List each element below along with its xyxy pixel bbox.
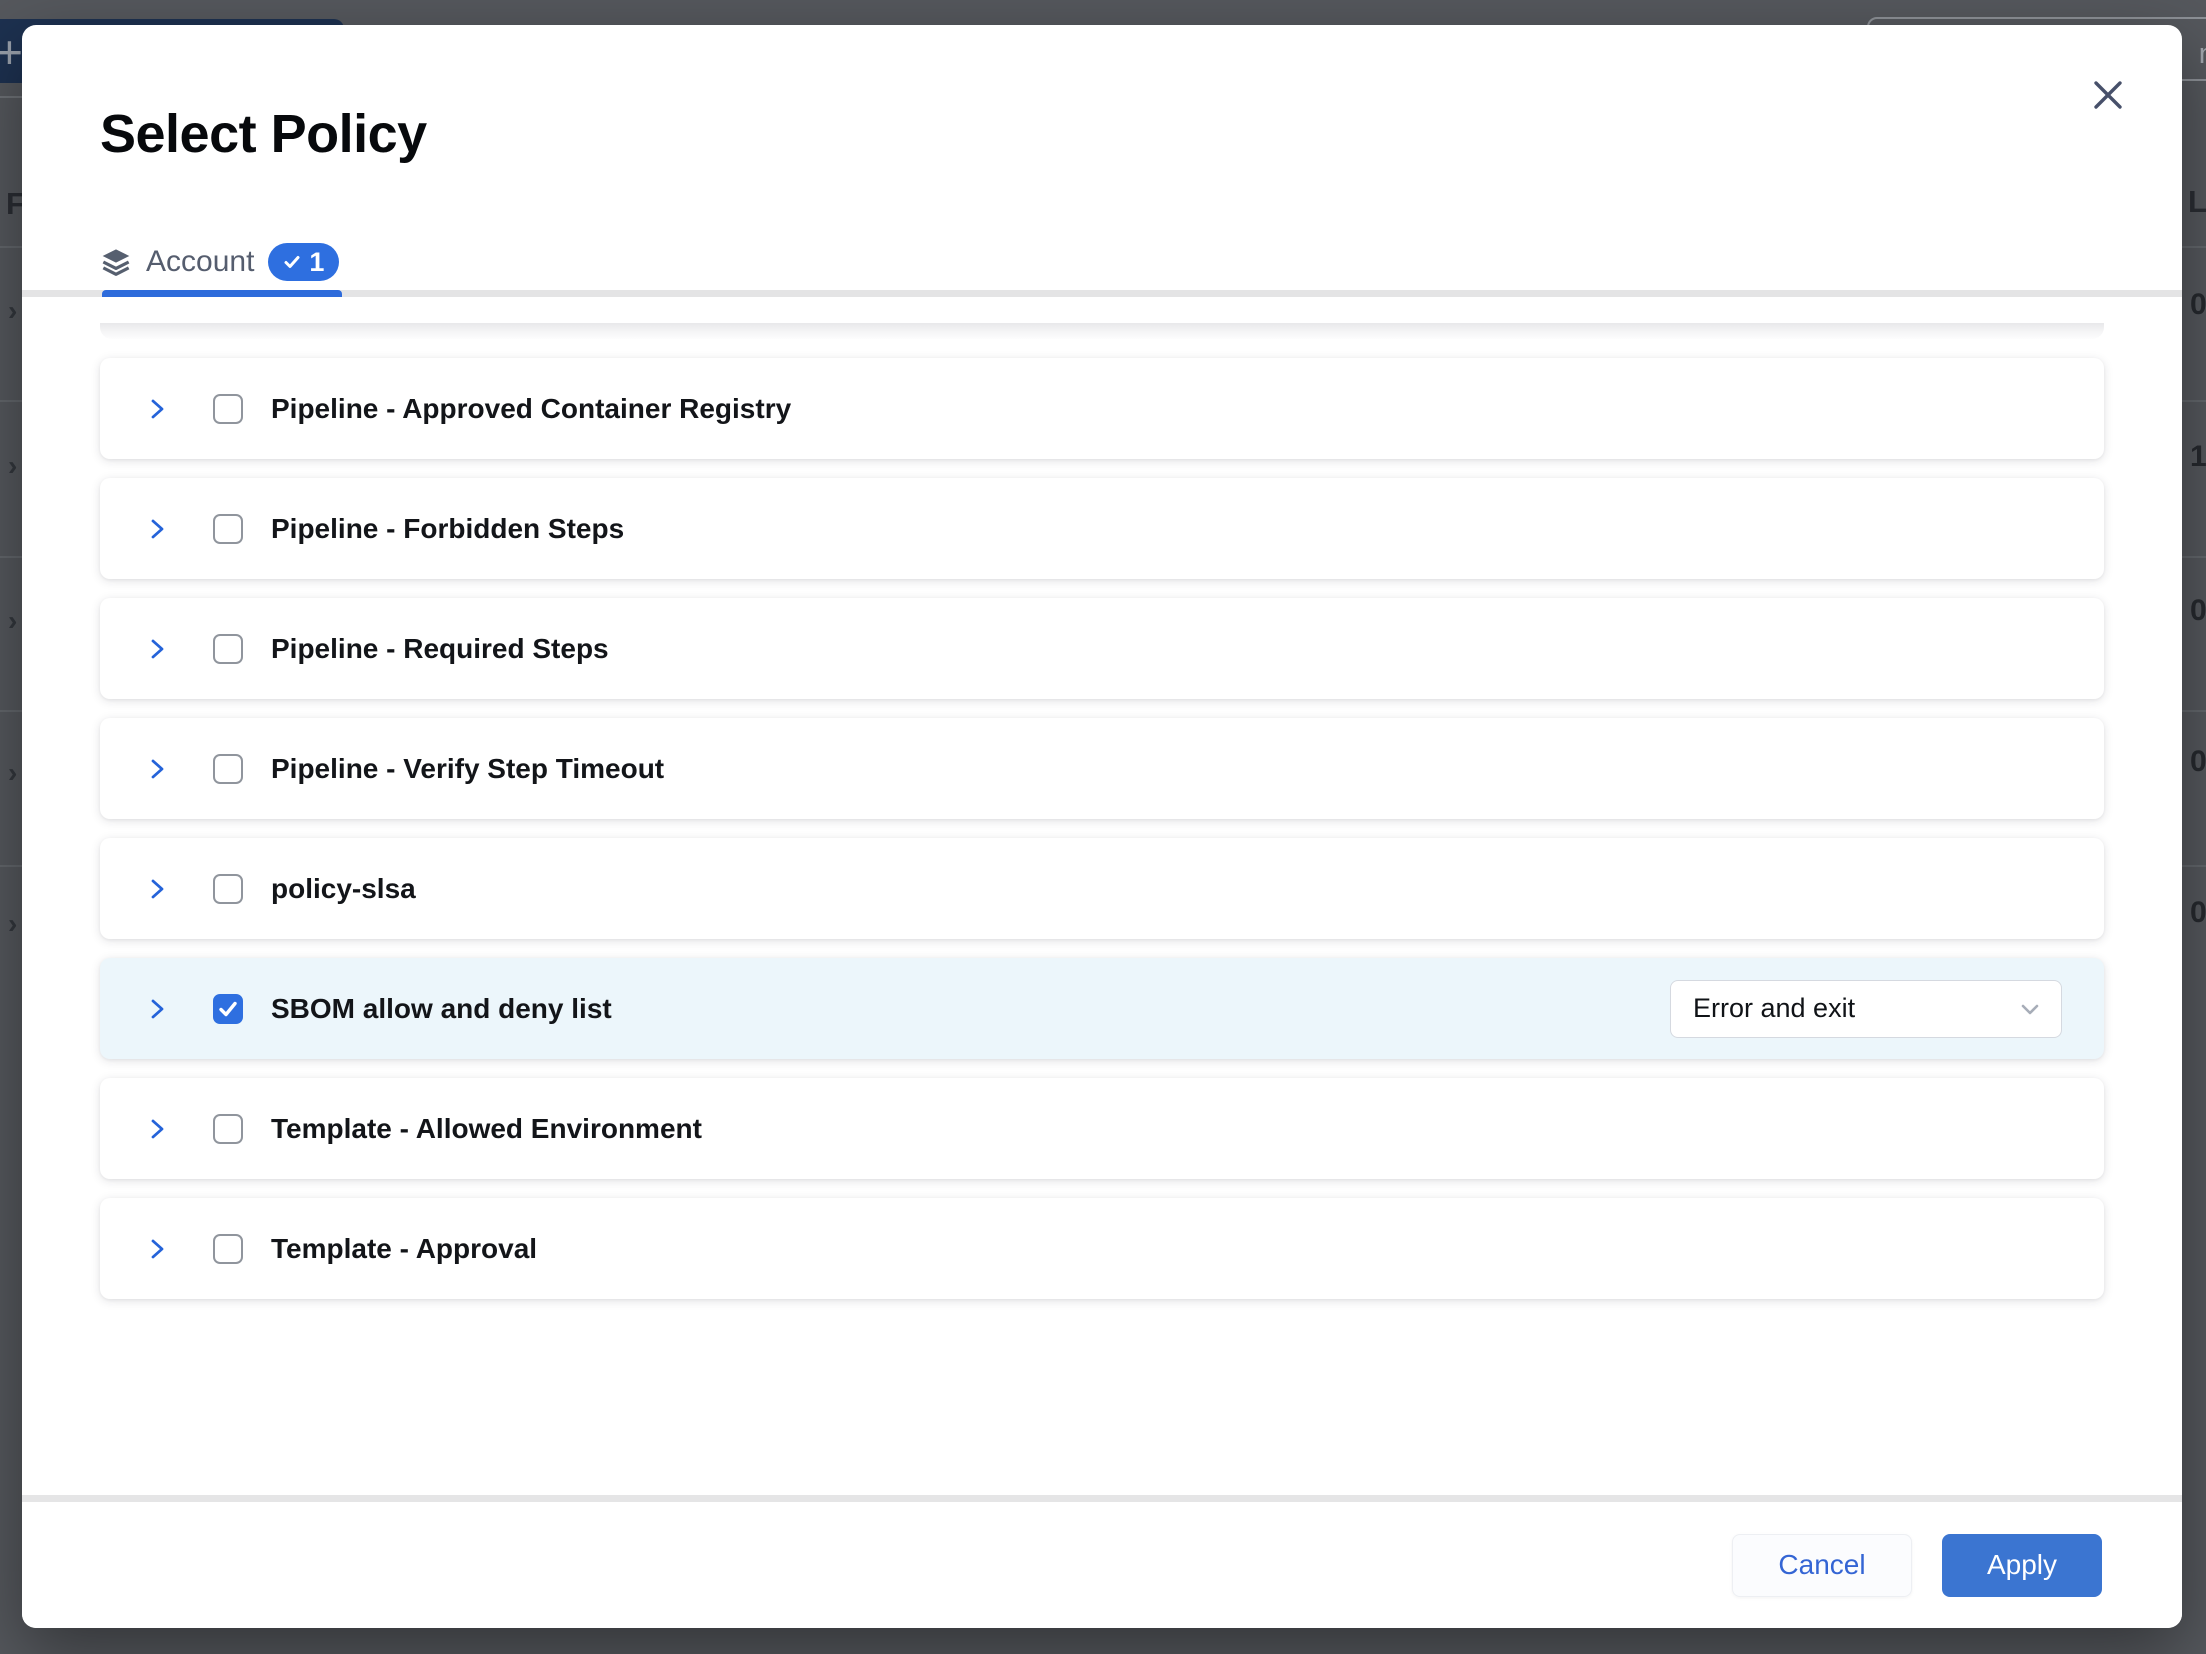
policy-row: Pipeline - Approved Container Registry: [100, 358, 2104, 459]
policy-row: Pipeline - Forbidden Steps: [100, 478, 2104, 579]
policy-checkbox[interactable]: [213, 394, 243, 424]
check-icon: [283, 253, 301, 271]
policy-checkbox[interactable]: [213, 874, 243, 904]
select-policy-dialog: Select Policy Account 1 Pipeline - Appro…: [22, 25, 2182, 1628]
policy-row: Template - Allowed Environment: [100, 1078, 2104, 1179]
policy-label: Template - Approval: [271, 1233, 537, 1265]
page-title: Select Policy: [100, 103, 427, 165]
policy-checkbox[interactable]: [213, 634, 243, 664]
background-cell-value: 0: [2190, 896, 2206, 930]
policy-label: SBOM allow and deny list: [271, 993, 612, 1025]
cancel-button[interactable]: Cancel: [1732, 1534, 1912, 1597]
background-row-chevron-icon: ›: [8, 908, 17, 940]
policy-checkbox[interactable]: [213, 1234, 243, 1264]
background-cell-value: 0: [2190, 745, 2206, 779]
background-toolbar-divider: [0, 96, 22, 98]
expand-chevron-icon[interactable]: [144, 996, 170, 1022]
tab-account[interactable]: Account 1: [100, 243, 339, 281]
policy-checkbox[interactable]: [213, 994, 243, 1024]
expand-chevron-icon[interactable]: [144, 756, 170, 782]
policy-list: Pipeline - Approved Container Registry Pi…: [22, 297, 2182, 1495]
active-tab-underline: [102, 290, 342, 297]
expand-chevron-icon[interactable]: [144, 396, 170, 422]
background-cell-value: 0: [2190, 288, 2206, 322]
layers-icon: [100, 246, 132, 278]
expand-chevron-icon[interactable]: [144, 1236, 170, 1262]
chevron-down-icon: [2017, 996, 2043, 1022]
policy-label: policy-slsa: [271, 873, 416, 905]
row-action-value: Error and exit: [1693, 993, 1855, 1024]
tab-account-label: Account: [146, 245, 254, 279]
policy-label: Template - Allowed Environment: [271, 1113, 702, 1145]
close-button[interactable]: [2086, 73, 2130, 117]
policy-checkbox[interactable]: [213, 514, 243, 544]
background-table-header-right: L: [2188, 184, 2206, 220]
close-icon: [2090, 77, 2126, 113]
policy-label: Pipeline - Required Steps: [271, 633, 609, 665]
plus-icon: +: [0, 25, 23, 79]
policy-row: Pipeline - Verify Step Timeout: [100, 718, 2104, 819]
policy-row: policy-slsa: [100, 838, 2104, 939]
policy-row: Pipeline - Required Steps: [100, 598, 2104, 699]
background-row-chevron-icon: ›: [8, 757, 17, 789]
row-action-select[interactable]: Error and exit: [1670, 980, 2062, 1038]
tabbar-divider: [22, 290, 2182, 297]
background-cell-value: 0: [2190, 594, 2206, 628]
policy-row: Template - Approval: [100, 1198, 2104, 1299]
apply-button[interactable]: Apply: [1942, 1534, 2102, 1597]
expand-chevron-icon[interactable]: [144, 876, 170, 902]
policy-label: Pipeline - Forbidden Steps: [271, 513, 624, 545]
scrolled-row-remnant: [100, 323, 2104, 339]
checkmark-icon: [217, 998, 239, 1020]
dialog-footer: Cancel Apply: [22, 1495, 2182, 1628]
background-search-text: ne: [2199, 38, 2206, 71]
policy-label: Pipeline - Approved Container Registry: [271, 393, 791, 425]
policy-label: Pipeline - Verify Step Timeout: [271, 753, 664, 785]
expand-chevron-icon[interactable]: [144, 516, 170, 542]
policy-rows: Pipeline - Approved Container Registry Pi…: [100, 358, 2104, 1299]
policy-row: SBOM allow and deny list Error and exit: [100, 958, 2104, 1059]
expand-chevron-icon[interactable]: [144, 636, 170, 662]
background-row-chevron-icon: ›: [8, 295, 17, 327]
background-row-chevron-icon: ›: [8, 450, 17, 482]
policy-checkbox[interactable]: [213, 1114, 243, 1144]
background-cell-value: 1: [2190, 440, 2206, 474]
badge-count: 1: [309, 247, 324, 278]
selected-count-badge: 1: [268, 243, 339, 281]
background-row-chevron-icon: ›: [8, 605, 17, 637]
expand-chevron-icon[interactable]: [144, 1116, 170, 1142]
policy-checkbox[interactable]: [213, 754, 243, 784]
